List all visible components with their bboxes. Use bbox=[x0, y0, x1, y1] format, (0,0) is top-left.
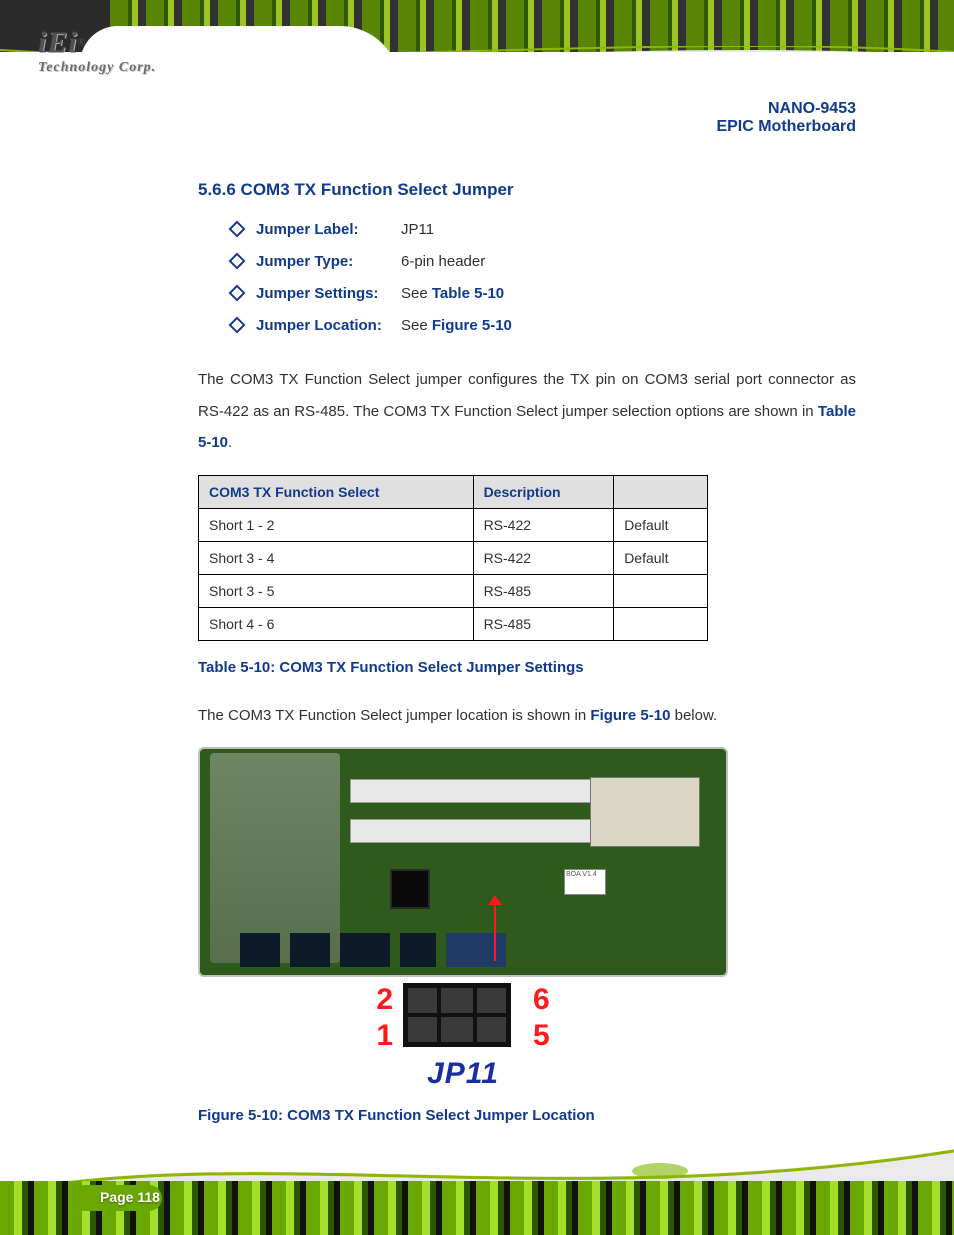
bullet-icon bbox=[228, 220, 246, 238]
table-caption: Table 5-10: COM3 TX Function Select Jump… bbox=[198, 659, 856, 676]
io-port bbox=[290, 933, 330, 967]
pin-right-numbers: 6 5 bbox=[533, 983, 550, 1053]
cell: Short 3 - 5 bbox=[199, 574, 474, 607]
info-value: JP11 bbox=[401, 221, 434, 238]
info-key: Jumper Settings: bbox=[256, 285, 401, 302]
col-header: COM3 TX Function Select bbox=[199, 475, 474, 508]
io-port bbox=[400, 933, 436, 967]
info-value: See Table 5-10 bbox=[401, 285, 504, 302]
pin-cell bbox=[439, 1015, 475, 1047]
info-value: See Figure 5-10 bbox=[401, 317, 512, 334]
pin-number: 1 bbox=[376, 1019, 393, 1053]
registered-mark-icon: ® bbox=[78, 38, 85, 49]
cell: Short 1 - 2 bbox=[199, 508, 474, 541]
bullet-icon bbox=[228, 316, 246, 334]
product-subtitle: EPIC Motherboard bbox=[716, 118, 856, 136]
cell: RS-485 bbox=[473, 574, 614, 607]
figure-ref-link[interactable]: Figure 5-10 bbox=[432, 317, 512, 334]
info-key: Jumper Location: bbox=[256, 317, 401, 334]
brand-tagline: Technology Corp. bbox=[38, 60, 156, 76]
col-header bbox=[614, 475, 708, 508]
content-area: 5.6.6 COM3 TX Function Select Jumper Jum… bbox=[198, 180, 856, 1148]
io-port bbox=[240, 933, 280, 967]
info-row-type: Jumper Type: 6-pin header bbox=[228, 252, 856, 270]
jumper-id-label: JP11 bbox=[198, 1057, 728, 1091]
section-title: COM3 TX Function Select Jumper bbox=[241, 180, 514, 199]
cell: RS-422 bbox=[473, 541, 614, 574]
cell: Default bbox=[614, 508, 708, 541]
description-paragraph: The COM3 TX Function Select jumper confi… bbox=[198, 364, 856, 459]
pin-detail: 2 1 6 5 bbox=[198, 983, 728, 1053]
pin-left-numbers: 2 1 bbox=[376, 983, 393, 1053]
callout-arrow-icon bbox=[494, 901, 496, 961]
bullet-icon bbox=[228, 252, 246, 270]
page-number: Page 118 bbox=[100, 1189, 160, 1205]
brand-logo: iEi® Technology Corp. bbox=[38, 26, 156, 76]
doc-header: NANO-9453 EPIC Motherboard bbox=[716, 100, 856, 136]
table-header-row: COM3 TX Function Select Description bbox=[199, 475, 708, 508]
info-row-label: Jumper Label: JP11 bbox=[228, 220, 856, 238]
section-number: 5.6.6 bbox=[198, 180, 236, 199]
product-name: NANO-9453 bbox=[716, 100, 856, 118]
info-key: Jumper Type: bbox=[256, 253, 401, 270]
chip bbox=[390, 869, 430, 909]
io-port bbox=[340, 933, 390, 967]
pin-cell bbox=[475, 983, 511, 1015]
jumper-info-list: Jumper Label: JP11 Jumper Type: 6-pin he… bbox=[228, 220, 856, 334]
table-ref-link[interactable]: Table 5-10 bbox=[432, 285, 504, 302]
pin-number: 5 bbox=[533, 1019, 550, 1053]
board-silk-label: BOA V1.4 bbox=[564, 869, 606, 895]
pin-block bbox=[403, 983, 523, 1047]
table-row: Short 4 - 6 RS-485 bbox=[199, 607, 708, 640]
cell bbox=[614, 574, 708, 607]
jumper-settings-table: COM3 TX Function Select Description Shor… bbox=[198, 475, 708, 641]
table-row: Short 3 - 5 RS-485 bbox=[199, 574, 708, 607]
table-row: Short 1 - 2 RS-422 Default bbox=[199, 508, 708, 541]
info-key: Jumper Label: bbox=[256, 221, 401, 238]
cell: RS-422 bbox=[473, 508, 614, 541]
bullet-icon bbox=[228, 284, 246, 302]
callout-arrowhead-icon bbox=[488, 895, 502, 905]
board-figure: BOA V1.4 2 1 bbox=[198, 747, 728, 1091]
cable-bundle bbox=[210, 753, 340, 963]
pin-number: 2 bbox=[376, 983, 393, 1017]
location-paragraph: The COM3 TX Function Select jumper locat… bbox=[198, 700, 856, 732]
pin-cell bbox=[475, 1015, 511, 1047]
brand-mark: iEi bbox=[38, 26, 78, 59]
info-row-settings: Jumper Settings: See Table 5-10 bbox=[228, 284, 856, 302]
pin-number: 6 bbox=[533, 983, 550, 1017]
pin-cell bbox=[439, 983, 475, 1015]
page: iEi® Technology Corp. NANO-9453 EPIC Mot… bbox=[0, 0, 954, 1235]
table-row: Short 3 - 4 RS-422 Default bbox=[199, 541, 708, 574]
cell: RS-485 bbox=[473, 607, 614, 640]
info-row-location: Jumper Location: See Figure 5-10 bbox=[228, 316, 856, 334]
col-header: Description bbox=[473, 475, 614, 508]
pin-cell bbox=[403, 983, 439, 1015]
io-port bbox=[446, 933, 506, 967]
cell bbox=[614, 607, 708, 640]
section-heading: 5.6.6 COM3 TX Function Select Jumper bbox=[198, 180, 856, 200]
cell: Short 4 - 6 bbox=[199, 607, 474, 640]
figure-ref-link[interactable]: Figure 5-10 bbox=[590, 707, 670, 724]
pin-cell bbox=[403, 1015, 439, 1047]
expansion-module bbox=[590, 777, 700, 847]
cell: Short 3 - 4 bbox=[199, 541, 474, 574]
board-photo: BOA V1.4 bbox=[198, 747, 728, 977]
cell: Default bbox=[614, 541, 708, 574]
info-value: 6-pin header bbox=[401, 253, 485, 270]
